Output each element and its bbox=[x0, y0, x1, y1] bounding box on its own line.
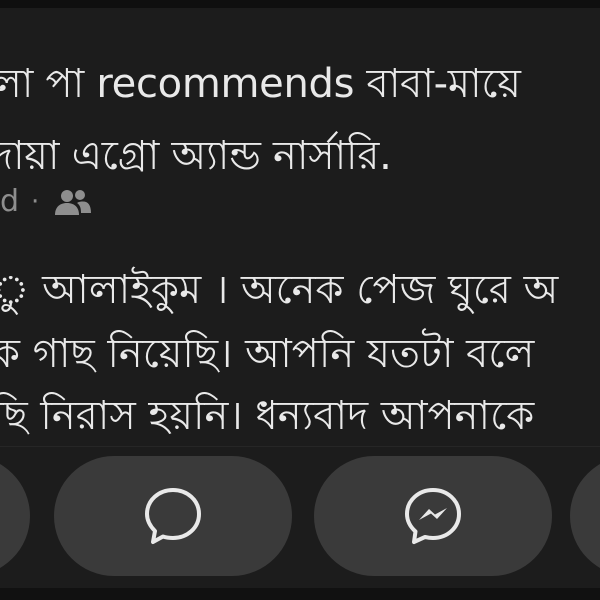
messenger-button[interactable] bbox=[314, 456, 552, 576]
top-edge bbox=[0, 0, 600, 8]
comment-button[interactable] bbox=[54, 456, 292, 576]
meta-separator: · bbox=[31, 186, 40, 217]
messenger-icon bbox=[401, 484, 465, 548]
post-time[interactable]: d bbox=[0, 184, 19, 219]
post-body-line-1: ু আলাইকুম । অনেক পেজ ঘুরে অ bbox=[0, 267, 559, 313]
post-header-line-1[interactable]: লা পা recommends বাবা-মায়ে bbox=[0, 52, 521, 119]
bottom-edge bbox=[0, 588, 600, 600]
like-button[interactable] bbox=[0, 456, 30, 576]
comment-icon bbox=[141, 484, 205, 548]
friends-icon bbox=[53, 188, 93, 216]
post-meta: d · bbox=[0, 184, 93, 219]
post-header-line-2[interactable]: দায়া এগ্রো অ্যান্ড নার্সারি. bbox=[0, 124, 392, 191]
post-body-line-2: ক গাছ নিয়েছি। আপনি যতটা বলে bbox=[0, 331, 535, 377]
divider bbox=[0, 446, 600, 447]
recommendation-post: লা পা recommends বাবা-মায়ে দায়া এগ্রো … bbox=[0, 0, 600, 600]
share-button[interactable] bbox=[570, 456, 600, 576]
post-body-line-3: ছি নিরাস হয়নি। ধন্যবাদ আপনাকে bbox=[0, 393, 535, 439]
